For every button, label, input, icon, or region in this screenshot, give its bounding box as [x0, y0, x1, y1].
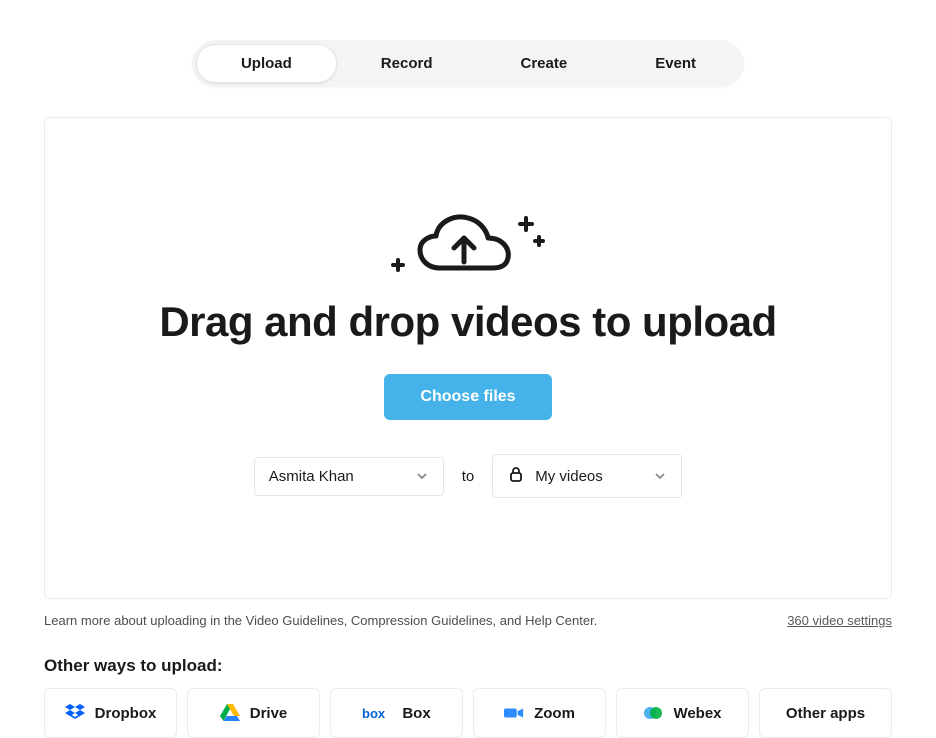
privacy-label: My videos [535, 468, 603, 485]
learn-more-text: Learn more about uploading in the Video … [44, 613, 597, 628]
tabs-bar: Upload Record Create Event [192, 40, 744, 87]
webex-icon [643, 703, 663, 723]
dropbox-icon [65, 703, 85, 723]
to-label: to [462, 468, 475, 485]
other-ways-heading: Other ways to upload: [44, 656, 892, 676]
cloud-upload-icon [388, 208, 548, 278]
zoom-icon [504, 703, 524, 723]
svg-text:box: box [362, 706, 386, 721]
upload-heading: Drag and drop videos to upload [159, 298, 776, 346]
chevron-down-icon [653, 469, 667, 483]
box-icon: box [362, 703, 392, 723]
uploader-select[interactable]: Asmita Khan [254, 457, 444, 496]
footer-row: Learn more about uploading in the Video … [44, 613, 892, 628]
app-card-drive[interactable]: Drive [187, 688, 320, 738]
app-label: Zoom [534, 705, 575, 722]
app-card-zoom[interactable]: Zoom [473, 688, 606, 738]
app-card-box[interactable]: box Box [330, 688, 463, 738]
chevron-down-icon [415, 469, 429, 483]
tab-event[interactable]: Event [611, 44, 740, 83]
uploader-name: Asmita Khan [269, 468, 354, 485]
app-card-other-apps[interactable]: Other apps [759, 688, 892, 738]
app-label: Box [402, 705, 430, 722]
upload-panel[interactable]: Drag and drop videos to upload Choose fi… [44, 117, 892, 599]
tab-create[interactable]: Create [476, 44, 611, 83]
tabs-container: Upload Record Create Event [0, 0, 936, 87]
app-label: Dropbox [95, 705, 157, 722]
drive-icon [220, 703, 240, 723]
upload-destination-row: Asmita Khan to My videos [254, 454, 683, 498]
app-card-webex[interactable]: Webex [616, 688, 749, 738]
privacy-select[interactable]: My videos [492, 454, 682, 498]
lock-icon [507, 465, 525, 487]
360-video-settings-link[interactable]: 360 video settings [787, 613, 892, 628]
choose-files-button[interactable]: Choose files [384, 374, 551, 420]
tab-upload[interactable]: Upload [196, 44, 337, 83]
other-apps-row: Dropbox Drive box Box Zoom [44, 688, 892, 738]
app-card-dropbox[interactable]: Dropbox [44, 688, 177, 738]
app-label: Webex [673, 705, 721, 722]
app-label: Drive [250, 705, 288, 722]
app-label: Other apps [786, 705, 865, 722]
tab-record[interactable]: Record [337, 44, 477, 83]
